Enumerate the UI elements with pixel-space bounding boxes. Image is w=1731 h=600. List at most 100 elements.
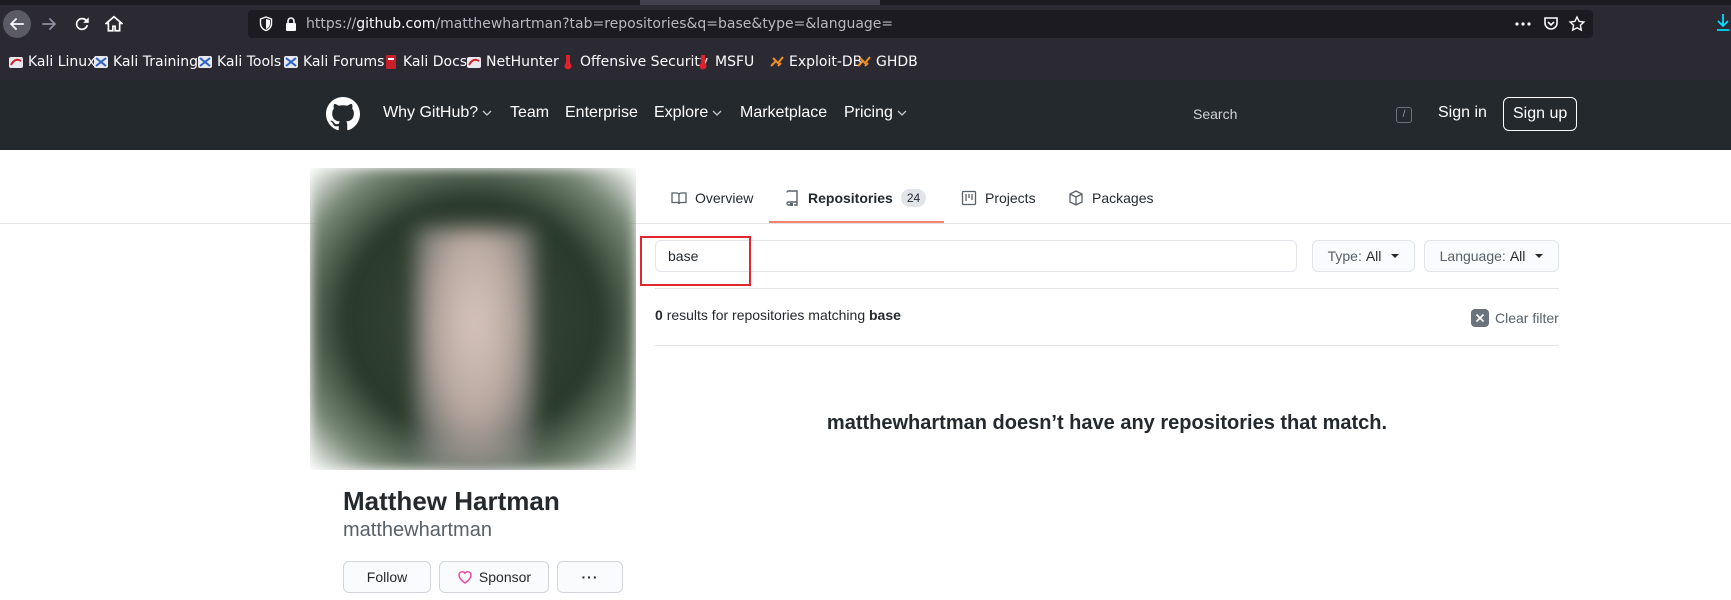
type-filter-value: All xyxy=(1365,248,1382,264)
nav-label: Pricing xyxy=(844,104,893,121)
nav-label: Marketplace xyxy=(740,104,828,121)
more-actions-icon[interactable] xyxy=(1514,15,1532,33)
bookmark-ghdb[interactable]: GHDB xyxy=(856,53,918,71)
tab-label: Repositories xyxy=(808,190,893,206)
tracking-shield-icon[interactable] xyxy=(258,16,274,32)
arrow-left-icon xyxy=(9,17,24,31)
type-filter-button[interactable]: Type: All xyxy=(1312,240,1415,272)
url-text[interactable]: https://github.com/matthewhartman?tab=re… xyxy=(306,16,893,32)
kali-dragon-icon xyxy=(198,56,212,68)
tab-projects[interactable]: Projects xyxy=(961,186,1036,210)
nav-why-github[interactable]: Why GitHub? xyxy=(383,104,492,122)
kali-dragon-icon xyxy=(9,57,23,68)
selected-tab-indicator xyxy=(769,221,944,223)
bookmark-label: Kali Forums xyxy=(303,54,385,70)
bookmark-label: Kali Tools xyxy=(217,54,282,70)
exploitdb-icon xyxy=(770,56,784,67)
bookmark-kali-forums[interactable]: Kali Forums xyxy=(283,53,384,71)
nav-explore[interactable]: Explore xyxy=(654,104,722,122)
type-filter-label: Type: xyxy=(1327,248,1362,264)
project-icon xyxy=(961,190,977,206)
bookmark-kali-docs[interactable]: Kali Docs xyxy=(383,53,467,71)
bookmark-exploit-db[interactable]: Exploit-DB xyxy=(769,53,862,71)
exploitdb-icon xyxy=(857,56,871,67)
nav-marketplace[interactable]: Marketplace xyxy=(740,104,827,122)
language-filter-label: Language: xyxy=(1439,248,1506,264)
tab-repositories[interactable]: Repositories 24 xyxy=(784,186,927,210)
tab-strip xyxy=(0,0,1731,5)
dropdown-caret-icon xyxy=(1535,254,1544,258)
bookmark-kali-linux[interactable]: Kali Linux xyxy=(8,53,95,71)
package-icon xyxy=(1069,190,1083,206)
reload-button[interactable] xyxy=(68,10,96,38)
tab-label: Projects xyxy=(985,190,1036,206)
bookmark-star-icon[interactable] xyxy=(1568,15,1586,33)
heart-icon xyxy=(458,571,472,584)
forward-button[interactable] xyxy=(35,10,63,38)
follow-label: Follow xyxy=(366,569,408,585)
more-label: ··· xyxy=(581,569,599,585)
kali-dragon-icon xyxy=(94,56,108,68)
chevron-down-icon xyxy=(482,110,492,116)
bookmark-label: GHDB xyxy=(876,54,918,70)
github-header: Why GitHub? Team Enterprise Explore Mark… xyxy=(0,80,1731,150)
tab-overview[interactable]: Overview xyxy=(671,186,753,210)
url-host: github.com xyxy=(356,16,436,32)
bookmark-label: Kali Training xyxy=(113,54,198,70)
repo-icon xyxy=(786,190,798,206)
clear-filter-link[interactable]: Clear filter xyxy=(1471,309,1559,327)
chevron-down-icon xyxy=(712,110,722,116)
arrow-right-icon xyxy=(42,17,57,31)
results-count: 0 xyxy=(655,307,663,323)
annotation-highlight-box xyxy=(640,236,751,286)
reload-icon xyxy=(75,17,89,31)
avatar-face xyxy=(415,228,535,468)
bookmark-kali-tools[interactable]: Kali Tools xyxy=(197,53,281,71)
close-icon xyxy=(1471,309,1489,327)
search-shortcut-badge: / xyxy=(1396,107,1412,123)
url-bar[interactable]: https://github.com/matthewhartman?tab=re… xyxy=(248,10,1593,38)
more-options-button[interactable]: ··· xyxy=(557,561,623,593)
results-text: results for repositories matching xyxy=(666,307,866,323)
kali-docs-icon xyxy=(386,55,396,69)
home-button[interactable] xyxy=(100,10,128,38)
bookmark-nethunter[interactable]: NetHunter xyxy=(466,53,559,71)
results-summary: 0 results for repositories matching base xyxy=(655,307,901,323)
bookmark-kali-training[interactable]: Kali Training xyxy=(93,53,198,71)
active-tab[interactable] xyxy=(640,0,880,5)
search-placeholder: Search xyxy=(1193,106,1238,122)
profile-name: Matthew Hartman xyxy=(343,486,560,516)
nav-enterprise[interactable]: Enterprise xyxy=(565,104,638,122)
sign-in-link[interactable]: Sign in xyxy=(1438,104,1487,122)
repository-search-input[interactable] xyxy=(655,240,1297,272)
download-icon[interactable] xyxy=(1715,12,1731,32)
tab-label: Packages xyxy=(1092,190,1154,206)
profile-login: matthewhartman xyxy=(343,519,492,541)
bookmark-label: Offensive Security xyxy=(580,54,709,70)
pocket-icon[interactable] xyxy=(1542,15,1560,33)
lock-icon[interactable] xyxy=(283,16,299,32)
nav-pricing[interactable]: Pricing xyxy=(844,104,907,122)
nav-team[interactable]: Team xyxy=(510,104,549,122)
bookmark-label: Kali Docs xyxy=(403,54,468,70)
github-logo-icon[interactable] xyxy=(326,97,360,131)
back-button[interactable] xyxy=(3,10,31,38)
sponsor-label: Sponsor xyxy=(478,569,532,585)
language-filter-button[interactable]: Language: All xyxy=(1424,240,1559,272)
bookmark-msfu[interactable]: MSFU xyxy=(695,53,754,71)
global-search-input[interactable]: Search / xyxy=(1183,99,1413,129)
bookmark-offensive-security[interactable]: Offensive Security xyxy=(560,53,708,71)
chevron-down-icon xyxy=(897,110,907,116)
nav-label: Explore xyxy=(654,104,709,121)
follow-button[interactable]: Follow xyxy=(343,561,431,593)
kali-dragon-icon xyxy=(467,57,481,68)
nav-label: Why GitHub? xyxy=(383,104,479,121)
sponsor-button[interactable]: Sponsor xyxy=(439,561,549,593)
avatar xyxy=(310,168,636,470)
nav-label: Team xyxy=(510,104,550,121)
tab-packages[interactable]: Packages xyxy=(1068,186,1153,210)
bookmark-label: Kali Linux xyxy=(28,54,96,70)
sign-up-button[interactable]: Sign up xyxy=(1503,97,1578,131)
url-path: /matthewhartman?tab=repositories&q=base&… xyxy=(435,16,894,32)
language-filter-value: All xyxy=(1509,248,1526,264)
